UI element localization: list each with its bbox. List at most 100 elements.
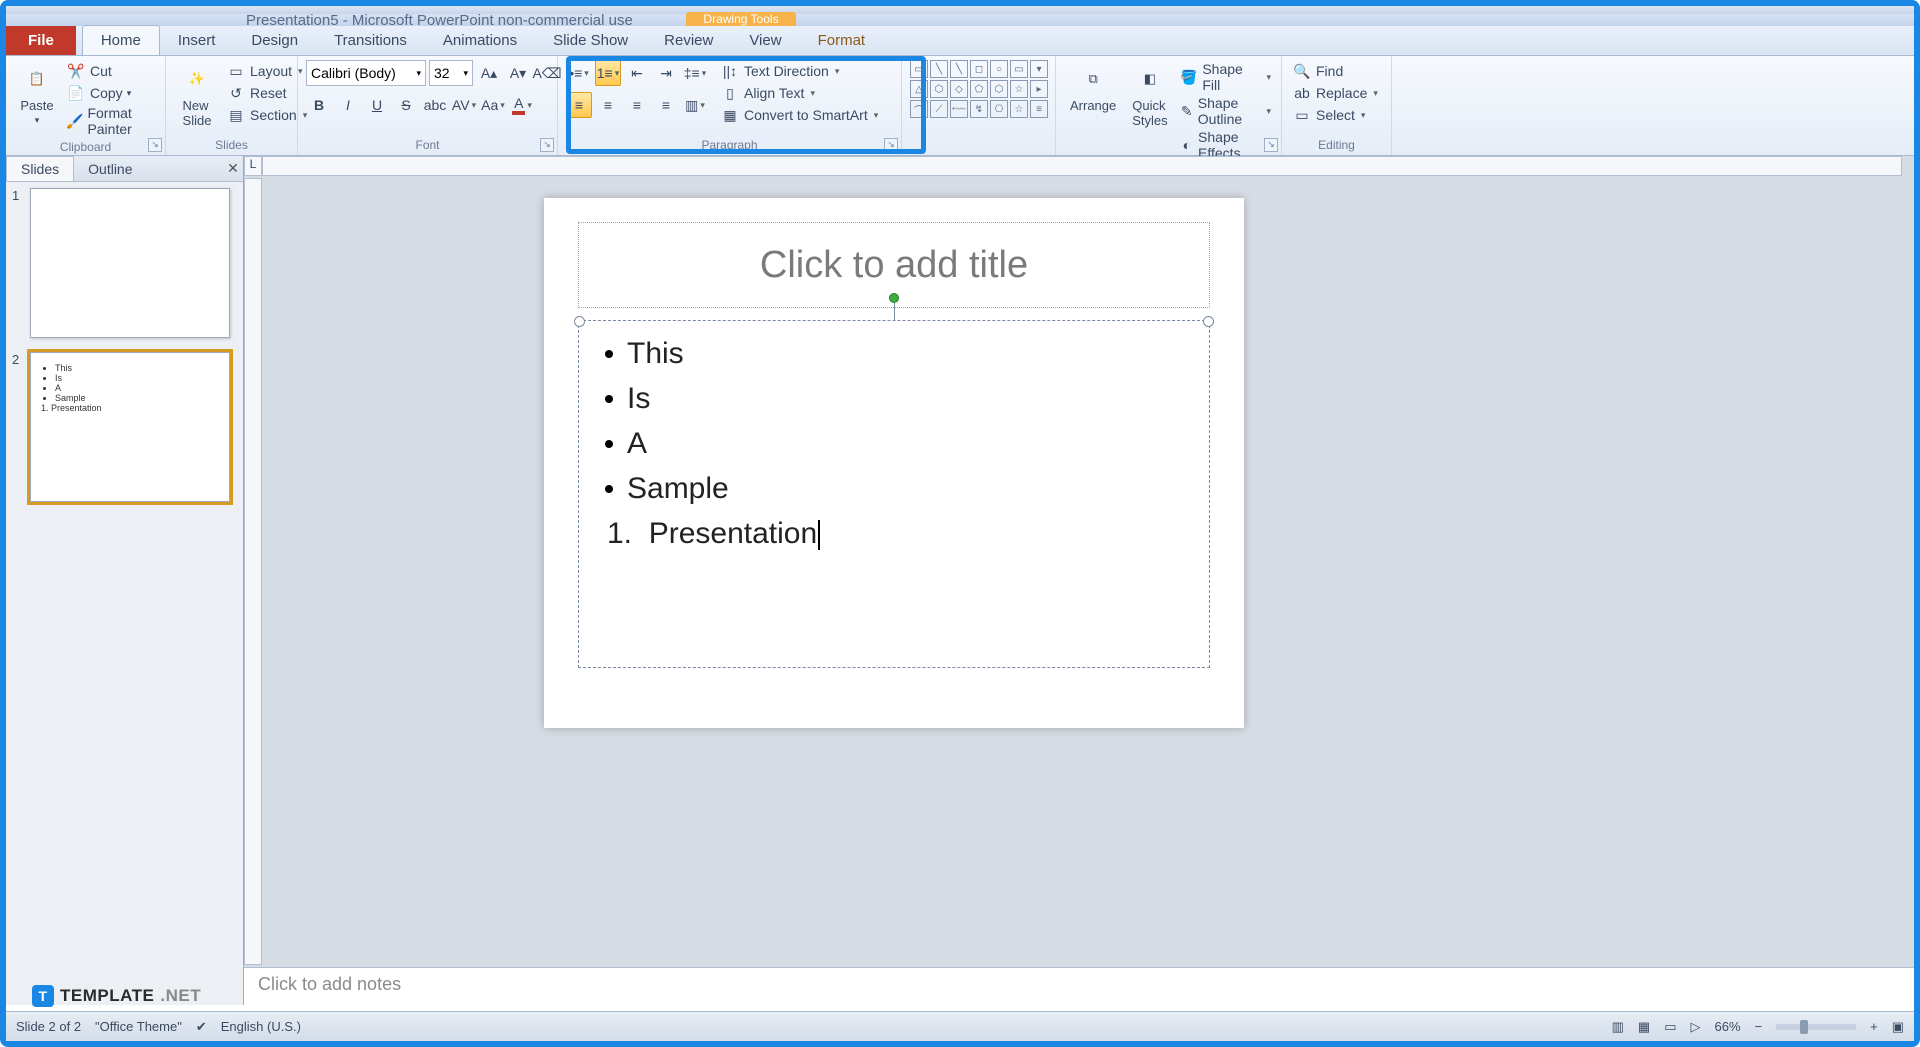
char-spacing-button[interactable]: AV (451, 92, 477, 118)
line-spacing-button[interactable]: ‡≡ (682, 60, 708, 86)
context-tab-drawing-tools[interactable]: Drawing Tools (686, 12, 796, 26)
zoom-out-button[interactable]: − (1755, 1019, 1763, 1034)
view-normal-button[interactable]: ▥ (1612, 1019, 1624, 1035)
content-text[interactable]: This Is A Sample 1. Presentation (579, 321, 1209, 566)
ruler-vertical[interactable] (244, 178, 262, 965)
quick-access-toolbar[interactable] (6, 6, 1914, 14)
ruler-corner[interactable]: L (244, 156, 262, 176)
numbering-button[interactable]: 1≡ (595, 60, 621, 86)
rotate-handle[interactable] (889, 293, 899, 303)
underline-button[interactable]: U (364, 92, 390, 118)
thumbnail-1[interactable]: 1 (12, 188, 237, 338)
new-slide-button[interactable]: ✨ New Slide (174, 60, 220, 130)
font-color-button[interactable]: A (509, 92, 535, 118)
bold-button[interactable]: B (306, 92, 332, 118)
reset-button[interactable]: ↺Reset (224, 82, 309, 104)
columns-button[interactable]: ▥ (682, 92, 708, 118)
view-sorter-button[interactable]: ▦ (1638, 1019, 1650, 1035)
tab-transitions[interactable]: Transitions (316, 26, 425, 55)
font-launcher[interactable]: ↘ (540, 138, 554, 152)
status-slide-count: Slide 2 of 2 (16, 1019, 81, 1034)
tab-view[interactable]: View (731, 26, 799, 55)
layout-button[interactable]: ▭Layout (224, 60, 309, 82)
align-text-button[interactable]: ▯Align Text (718, 82, 880, 104)
tab-design[interactable]: Design (233, 26, 316, 55)
zoom-slider[interactable] (1776, 1024, 1856, 1030)
copy-button[interactable]: 📄Copy▾ (64, 82, 157, 104)
increase-indent-button[interactable]: ⇥ (653, 60, 679, 86)
shadow-button[interactable]: abc (422, 92, 448, 118)
change-case-button[interactable]: Aa (480, 92, 506, 118)
bucket-icon: 🪣 (1180, 67, 1199, 87)
paste-button[interactable]: 📋 Paste ▾ (14, 60, 60, 128)
shape-fill-button[interactable]: 🪣Shape Fill (1178, 60, 1273, 94)
font-family-combo[interactable]: Calibri (Body)▾ (306, 60, 426, 86)
bullets-button[interactable]: •≡ (566, 60, 592, 86)
status-bar: Slide 2 of 2 "Office Theme" ✔ English (U… (6, 1011, 1914, 1041)
shrink-font-button[interactable]: A▾ (505, 60, 531, 86)
align-center-button[interactable]: ≡ (595, 92, 621, 118)
section-icon: ▤ (226, 105, 246, 125)
notes-pane[interactable]: Click to add notes (244, 967, 1914, 1005)
brush-icon: 🖌️ (66, 111, 83, 131)
ruler-horizontal[interactable] (262, 156, 1902, 176)
decrease-indent-button[interactable]: ⇤ (624, 60, 650, 86)
effects-icon: ◐ (1180, 135, 1194, 155)
quick-styles-icon: ◧ (1133, 62, 1167, 96)
text-cursor (818, 520, 820, 550)
view-slideshow-button[interactable]: ▷ (1690, 1019, 1700, 1035)
group-shapes-gallery[interactable]: ▭╲╲◻○▭▾ △⬡◇⬠⬡☆▸ ⌒⟋⬳↯⎔☆≡ (902, 56, 1056, 155)
status-theme: "Office Theme" (95, 1019, 182, 1034)
quick-styles-button[interactable]: ◧Quick Styles (1126, 60, 1173, 130)
clear-formatting-button[interactable]: A⌫ (534, 60, 560, 86)
font-size-combo[interactable]: 32▾ (429, 60, 473, 86)
tab-slideshow[interactable]: Slide Show (535, 26, 646, 55)
align-left-button[interactable]: ≡ (566, 92, 592, 118)
italic-button[interactable]: I (335, 92, 361, 118)
strike-button[interactable]: S (393, 92, 419, 118)
outline-tab[interactable]: Outline (74, 157, 146, 181)
tab-review[interactable]: Review (646, 26, 731, 55)
fit-window-button[interactable]: ▣ (1892, 1019, 1904, 1035)
text-direction-button[interactable]: ||↕Text Direction (718, 60, 880, 82)
slide-canvas[interactable]: Click to add title This Is A Sample 1. P… (544, 198, 1244, 728)
view-reading-button[interactable]: ▭ (1664, 1019, 1676, 1035)
thumbnail-2[interactable]: 2 This Is A Sample 1. Presentation (12, 352, 237, 502)
replace-button[interactable]: abReplace (1290, 82, 1380, 104)
reset-icon: ↺ (226, 83, 246, 103)
cut-button[interactable]: ✂️Cut (64, 60, 157, 82)
zoom-level[interactable]: 66% (1714, 1019, 1740, 1034)
spellcheck-icon[interactable]: ✔ (196, 1019, 207, 1035)
tab-file[interactable]: File (6, 26, 76, 55)
drawing-launcher[interactable]: ↘ (1264, 138, 1278, 152)
find-button[interactable]: 🔍Find (1290, 60, 1380, 82)
close-panel-button[interactable]: ✕ (223, 160, 243, 177)
tab-format[interactable]: Format (800, 26, 884, 55)
bullet-icon (605, 350, 613, 358)
align-right-button[interactable]: ≡ (624, 92, 650, 118)
grow-font-button[interactable]: A▴ (476, 60, 502, 86)
clipboard-launcher[interactable]: ↘ (148, 138, 162, 152)
group-font: Calibri (Body)▾ 32▾ A▴ A▾ A⌫ B I U S abc… (298, 56, 558, 155)
pen-icon: ✎ (1180, 101, 1194, 121)
tab-insert[interactable]: Insert (160, 26, 234, 55)
content-placeholder[interactable]: This Is A Sample 1. Presentation (578, 320, 1210, 668)
shapes-gallery-icon: ▭╲╲◻○▭▾ △⬡◇⬠⬡☆▸ ⌒⟋⬳↯⎔☆≡ (910, 60, 1048, 118)
slide-panel: Slides Outline ✕ 1 2 This Is A Sample 1.… (6, 156, 244, 1005)
convert-smartart-button[interactable]: ▦Convert to SmartArt (718, 104, 880, 126)
tab-animations[interactable]: Animations (425, 26, 535, 55)
paragraph-launcher[interactable]: ↘ (884, 138, 898, 152)
justify-button[interactable]: ≡ (653, 92, 679, 118)
select-icon: ▭ (1292, 105, 1312, 125)
tab-home[interactable]: Home (82, 25, 160, 55)
zoom-in-button[interactable]: + (1870, 1019, 1878, 1034)
section-button[interactable]: ▤Section (224, 104, 309, 126)
status-language[interactable]: English (U.S.) (221, 1019, 301, 1034)
arrange-button[interactable]: ⧉Arrange (1064, 60, 1122, 115)
shape-outline-button[interactable]: ✎Shape Outline (1178, 94, 1273, 128)
select-button[interactable]: ▭Select (1290, 104, 1380, 126)
bullet-icon (605, 395, 613, 403)
format-painter-button[interactable]: 🖌️Format Painter (64, 104, 157, 138)
slides-tab[interactable]: Slides (6, 156, 74, 181)
layout-icon: ▭ (226, 61, 246, 81)
